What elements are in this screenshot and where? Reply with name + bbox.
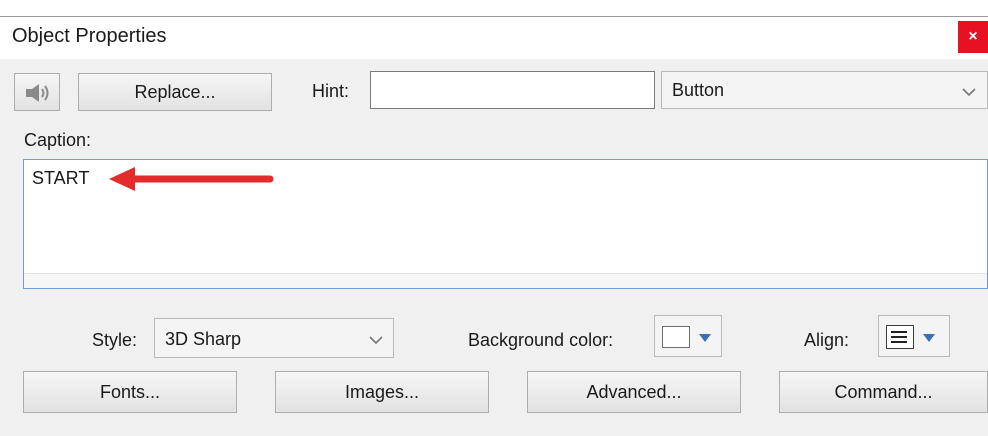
style-select[interactable]: 3D Sharp — [154, 318, 394, 358]
horizontal-scrollbar[interactable] — [24, 273, 987, 288]
speaker-icon — [26, 84, 49, 102]
caret-down-icon — [923, 334, 935, 342]
window-title: Object Properties — [12, 25, 167, 47]
images-button[interactable]: Images... — [275, 371, 489, 413]
top-border — [0, 0, 988, 17]
color-swatch — [662, 326, 690, 348]
style-label: Style: — [92, 330, 138, 350]
style-value: 3D Sharp — [165, 329, 242, 349]
hint-input[interactable] — [370, 71, 655, 109]
object-type-select[interactable]: Button — [661, 71, 988, 109]
replace-button[interactable]: Replace... — [78, 73, 272, 111]
caret-down-icon — [699, 334, 711, 342]
hint-label: Hint: — [312, 81, 350, 101]
speaker-button[interactable] — [14, 73, 60, 111]
advanced-button[interactable]: Advanced... — [527, 371, 741, 413]
title-bar: Object Properties — [0, 17, 988, 59]
align-icon — [886, 325, 914, 349]
close-button[interactable]: × — [958, 21, 988, 53]
chevron-down-icon — [962, 88, 976, 97]
chevron-down-icon — [369, 336, 383, 345]
caption-text: START — [32, 168, 90, 188]
align-label: Align: — [804, 330, 850, 350]
background-color-label: Background color: — [468, 330, 614, 350]
object-properties-window: Object Properties × Replace... Hint: But… — [0, 0, 988, 436]
command-button[interactable]: Command... — [779, 371, 988, 413]
object-type-value: Button — [672, 80, 725, 100]
align-picker[interactable] — [878, 315, 950, 357]
fonts-button[interactable]: Fonts... — [23, 371, 237, 413]
red-arrow-annotation — [109, 167, 274, 191]
background-color-picker[interactable] — [654, 315, 722, 357]
caption-label: Caption: — [24, 130, 92, 150]
